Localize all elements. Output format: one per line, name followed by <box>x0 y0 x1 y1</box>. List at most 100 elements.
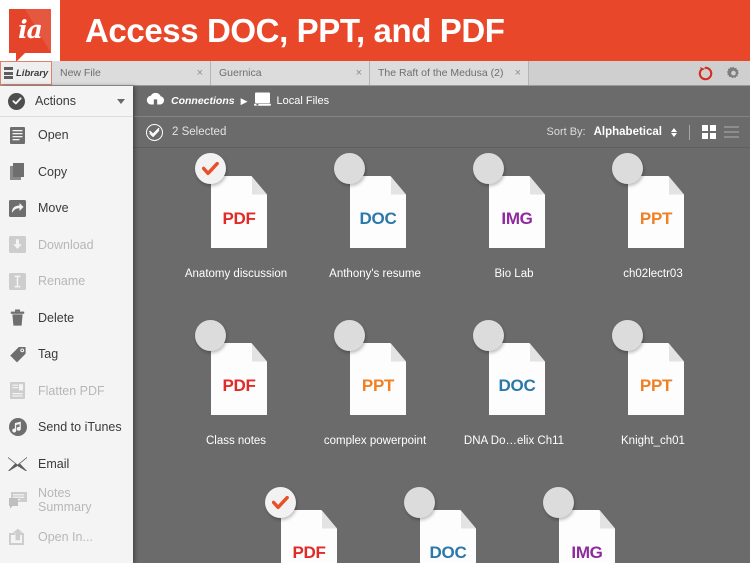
file-item[interactable]: PPT complex powerpoint <box>319 315 431 447</box>
file-extension-label: PDF <box>222 208 256 228</box>
sidebar-item-copy[interactable]: Copy <box>0 154 133 191</box>
document-icon <box>8 126 27 145</box>
text-cursor-icon <box>8 272 27 291</box>
sidebar-item-download[interactable]: Download <box>0 227 133 264</box>
close-icon[interactable]: × <box>356 67 362 79</box>
logo-text: ia <box>18 14 43 44</box>
tab-label: Guernica <box>219 67 262 79</box>
ia-logo-icon: ia <box>9 8 51 62</box>
selection-bubble-checked[interactable] <box>195 153 226 184</box>
page-fold-icon <box>390 176 406 195</box>
file-icon: PPT <box>597 315 709 433</box>
file-icon: DOC <box>319 148 431 266</box>
file-item[interactable]: DOC <box>389 482 501 563</box>
file-item[interactable]: PDF <box>250 482 362 563</box>
selection-bubble[interactable] <box>612 320 643 351</box>
file-icon: IMG <box>528 482 640 563</box>
chevron-down-icon[interactable] <box>117 98 125 104</box>
tab-new-file[interactable]: New File × <box>52 61 211 85</box>
sidebar-item-move[interactable]: Move <box>0 190 133 227</box>
sidebar-item-label: Download <box>38 237 94 252</box>
promo-banner: ia Access DOC, PPT, and PDF <box>0 0 750 62</box>
sidebar-item-tag[interactable]: Tag <box>0 336 133 373</box>
file-icon: PDF <box>250 482 362 563</box>
sort-by-value[interactable]: Alphabetical <box>594 126 662 138</box>
file-item[interactable]: IMG <box>528 482 640 563</box>
file-extension-label: PPT <box>639 375 673 395</box>
page-fold-icon <box>529 343 545 362</box>
file-item[interactable]: PPT ch02lectr03 <box>597 148 709 280</box>
sidebar-item-flatten-pdf[interactable]: Flatten PDF <box>0 373 133 410</box>
file-item[interactable]: IMG Bio Lab <box>458 148 570 280</box>
tab-label: The Raft of the Medusa (2) <box>378 67 504 79</box>
file-icon: PPT <box>319 315 431 433</box>
gear-icon[interactable] <box>726 66 741 81</box>
sidebar-item-label: Flatten PDF <box>38 383 105 398</box>
sidebar-item-open-in[interactable]: Open In... <box>0 519 133 556</box>
view-controls: Sort By: Alphabetical <box>546 124 739 140</box>
file-icon: PDF <box>180 148 292 266</box>
breadcrumb-separator: ▶ <box>240 95 248 106</box>
sidebar-item-label: Open In... <box>38 529 93 544</box>
breadcrumb-local-files[interactable]: Local Files <box>253 92 330 111</box>
selection-bubble[interactable] <box>612 153 643 184</box>
tag-icon <box>8 345 27 364</box>
sidebar-item-open[interactable]: Open <box>0 117 133 154</box>
sort-direction-icon[interactable] <box>671 127 677 137</box>
breadcrumb: Connections ▶ Local Files <box>133 86 750 117</box>
actions-header[interactable]: Actions <box>0 86 133 117</box>
sidebar-item-label: Notes Summary <box>38 486 92 515</box>
breadcrumb-label: Connections <box>171 95 235 107</box>
file-item[interactable]: PDF Class notes <box>180 315 292 447</box>
library-tab-button[interactable]: Library <box>0 61 52 85</box>
tab-guernica[interactable]: Guernica × <box>211 61 370 85</box>
trash-icon <box>8 308 27 327</box>
main-panel: Connections ▶ Local Files 2 Selected Sor… <box>133 86 750 563</box>
selection-status[interactable]: 2 Selected <box>146 123 226 141</box>
close-icon[interactable]: × <box>197 67 203 79</box>
file-extension-label: IMG <box>571 542 603 562</box>
breadcrumb-label: Local Files <box>276 95 330 107</box>
file-item[interactable]: DOC DNA Do…elix Ch11 <box>458 315 570 447</box>
sidebar-item-label: Open <box>38 128 69 143</box>
grid-view-icon[interactable] <box>702 125 716 139</box>
cloud-icon <box>146 92 165 110</box>
file-name-label: complex powerpoint <box>323 435 427 447</box>
selection-bubble[interactable] <box>334 320 365 351</box>
selection-bubble[interactable] <box>334 153 365 184</box>
close-icon[interactable]: × <box>515 67 521 79</box>
sidebar-item-send-to-itunes[interactable]: Send to iTunes <box>0 409 133 446</box>
selection-bubble[interactable] <box>473 153 504 184</box>
actions-sidebar: Actions Open Copy Move Download Rename D… <box>0 86 133 563</box>
file-extension-label: PDF <box>222 375 256 395</box>
file-name-label: Knight_ch01 <box>621 435 685 447</box>
page-fold-icon <box>251 176 267 195</box>
file-extension-label: PPT <box>639 208 673 228</box>
file-icon: IMG <box>458 148 570 266</box>
sidebar-item-notes-summary[interactable]: Notes Summary <box>0 482 133 519</box>
page-fold-icon <box>460 510 476 529</box>
actions-header-label: Actions <box>35 94 76 108</box>
list-view-icon[interactable] <box>724 125 739 139</box>
selection-bubble[interactable] <box>404 487 435 518</box>
sidebar-item-email[interactable]: Email <box>0 446 133 483</box>
selection-bubble[interactable] <box>195 320 226 351</box>
envelope-icon <box>8 454 27 473</box>
file-item[interactable]: DOC Anthony's resume <box>319 148 431 280</box>
file-item[interactable]: PDF Anatomy discussion <box>180 148 292 280</box>
page-fold-icon <box>390 343 406 362</box>
tab-raft-of-the-medusa[interactable]: The Raft of the Medusa (2) × <box>370 61 529 85</box>
sidebar-item-rename[interactable]: Rename <box>0 263 133 300</box>
selection-bubble-checked[interactable] <box>265 487 296 518</box>
sidebar-item-delete[interactable]: Delete <box>0 300 133 337</box>
library-tab-label: Library <box>16 67 49 79</box>
sort-by-label: Sort By: <box>546 126 586 138</box>
file-name-label: Anthony's resume <box>329 268 421 280</box>
refresh-icon[interactable] <box>698 66 713 81</box>
selection-bubble[interactable] <box>543 487 574 518</box>
file-item[interactable]: PPT Knight_ch01 <box>597 315 709 447</box>
breadcrumb-connections[interactable]: Connections <box>146 92 235 110</box>
file-thumbnail: DOC <box>420 510 476 563</box>
selection-bubble[interactable] <box>473 320 504 351</box>
page-fold-icon <box>529 176 545 195</box>
